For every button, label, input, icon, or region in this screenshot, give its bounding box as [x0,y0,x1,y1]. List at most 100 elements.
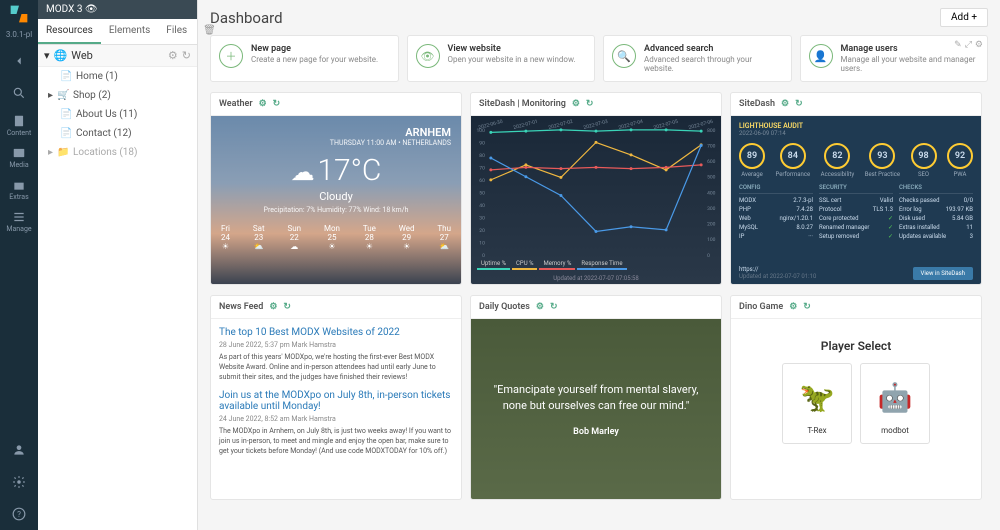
widget-title: SiteDash [739,99,775,109]
quick-actions-row: ＋ New pageCreate a new page for your web… [210,35,988,82]
chevron-right-icon: ▸ [48,147,53,158]
gear-icon[interactable]: ⚙ [536,302,544,312]
svg-text:200: 200 [707,222,716,228]
weather-detail: Precipitation: 7% Humidity: 77% Wind: 18… [221,206,451,214]
cloud-icon: ☁ [291,158,315,186]
page-title: Dashboard [210,9,283,27]
refresh-icon[interactable]: ↻ [283,302,291,312]
tree-item-locations[interactable]: ▸📁Locations (18) [56,143,197,162]
sitedash-url: https:// [739,266,816,273]
nav-back[interactable] [0,45,38,77]
tab-resources[interactable]: Resources [38,19,101,44]
weather-temp: 17°C [317,153,381,188]
news-headline[interactable]: The top 10 Best MODX Websites of 2022 [219,327,453,338]
score-ring: 93Best Practice [865,143,900,178]
weather-datetime: THURSDAY 11:00 AM • NETHERLANDS [221,139,451,147]
refresh-icon[interactable]: ↻ [550,302,558,312]
svg-text:800: 800 [707,128,716,134]
news-meta: 24 June 2022, 8:52 am Mark Hamstra [219,415,453,423]
tree-item-about[interactable]: 📄About Us (11) [56,105,197,124]
refresh-icon[interactable]: ↻ [795,99,803,109]
legend-item: CPU % [512,259,537,270]
svg-text:400: 400 [707,190,716,196]
nav-extras[interactable]: Extras [0,173,38,205]
tree-item-contact[interactable]: 📄Contact (12) [56,124,197,143]
file-icon: 📄 [60,109,72,120]
widget-title: Weather [219,99,253,109]
gear-icon[interactable]: ⚙ [269,302,277,312]
nav-content[interactable]: Content [0,109,38,141]
monitoring-chart: 2022-06-302022-07-012022-07-022022-07-03… [471,116,721,283]
user-icon: 👤 [809,44,833,68]
tree-item-shop[interactable]: ▸🛒Shop (2) [56,86,197,105]
quick-view-website[interactable]: 👁 View websiteOpen your website in a new… [407,35,596,82]
gear-icon[interactable]: ⚙ [259,99,267,109]
widget-title: SiteDash | Monitoring [479,99,566,109]
news-widget: News Feed⚙↻ The top 10 Best MODX Website… [210,295,462,500]
refresh-icon[interactable]: ↻ [586,99,594,109]
player-trex[interactable]: 🦖 T-Rex [782,363,852,444]
forecast-day: Tue28☀ [363,224,376,251]
news-headline[interactable]: Join us at the MODXpo on July 8th, in-pe… [219,390,453,412]
svg-text:2022-07-03: 2022-07-03 [583,119,609,131]
svg-text:0: 0 [707,253,710,259]
main-content: Dashboard Add + ＋ New pageCreate a new p… [198,0,1000,530]
svg-text:70: 70 [479,165,485,171]
view-sitedash-button[interactable]: View in SiteDash [913,267,974,280]
widget-title: Dino Game [739,302,783,312]
refresh-icon[interactable]: ↻ [803,302,811,312]
forecast-day: Wed29☀ [399,224,415,251]
gear-icon[interactable]: ⚙ [975,40,983,50]
eye-icon: 👁 [416,44,440,68]
player-modbot[interactable]: 🤖 modbot [860,363,930,444]
resource-tree: MODX 3 👁 Resources Elements Files 🗑 ▾ 🌐 … [38,0,198,530]
tree-header: MODX 3 👁 [38,0,197,19]
tab-elements[interactable]: Elements [101,19,158,44]
sitedash-widget: SiteDash⚙↻ LIGHTHOUSE AUDIT 2022-06-09 0… [730,92,982,285]
edit-icon[interactable]: ✎ [954,40,962,50]
nav-search[interactable] [0,77,38,109]
folder-icon: 📁 [57,147,69,158]
gear-icon[interactable]: ⚙ [781,99,789,109]
globe-icon: 🌐 [54,49,68,62]
tree-root[interactable]: ▾ 🌐 Web ⚙ ↻ [38,45,197,67]
svg-text:0: 0 [482,253,485,259]
forecast-day: Mon25☀ [324,224,340,251]
forecast-day: Thu27⛅ [437,224,451,251]
sitedash-updated: Updated at 2022-07-07 01:10 [739,273,816,280]
news-meta: 28 June 2022, 5:37 pm Mark Hamstra [219,341,453,349]
info-column-config: CONFIGMODX2.7.3-plPHP7.4.28Webnginx/1.20… [739,184,813,241]
nav-manage[interactable]: Manage [0,205,38,237]
gear-icon[interactable]: ⚙ [789,302,797,312]
tab-files[interactable]: Files [158,19,195,44]
refresh-icon[interactable]: ↻ [273,99,281,109]
quick-new-page[interactable]: ＋ New pageCreate a new page for your web… [210,35,399,82]
nav-settings[interactable] [0,466,38,498]
nav-user[interactable] [0,434,38,466]
tree-tabs: Resources Elements Files 🗑 [38,19,197,45]
legend-item: Memory % [539,259,575,270]
cart-icon: 🛒 [57,90,69,101]
gear-icon[interactable]: ⚙ [572,99,580,109]
left-rail: 3.0.1-pl Content Media Extras Manage ? [0,0,38,530]
quick-manage-users[interactable]: 👤 Manage usersManage all your website an… [800,35,989,82]
quick-advanced-search[interactable]: 🔍 Advanced searchAdvanced search through… [603,35,792,82]
expand-icon[interactable]: ⤢ [965,40,972,50]
file-icon: 📄 [60,71,72,82]
svg-text:50: 50 [479,190,485,196]
monitoring-updated: Updated at 2022-07-07 07:05:58 [471,275,721,282]
svg-text:700: 700 [707,143,716,149]
tree-item-home[interactable]: 📄Home (1) [56,67,197,86]
news-body: As part of this years' MODXpo, we're hos… [219,353,453,382]
nav-media[interactable]: Media [0,141,38,173]
info-column-checks: CHECKSChecks passed0/0Error log193.97 KB… [899,184,973,241]
version-label: 3.0.1-pl [6,28,32,45]
nav-help[interactable]: ? [0,498,38,530]
add-button[interactable]: Add + [940,8,988,27]
gear-icon[interactable]: ⚙ [168,49,178,62]
legend-item: Uptime % [477,259,510,270]
score-ring: 82Accessibility [821,143,855,178]
file-icon: 📄 [60,128,72,139]
player-select-header: Player Select [741,339,971,353]
refresh-icon[interactable]: ↻ [182,49,191,62]
